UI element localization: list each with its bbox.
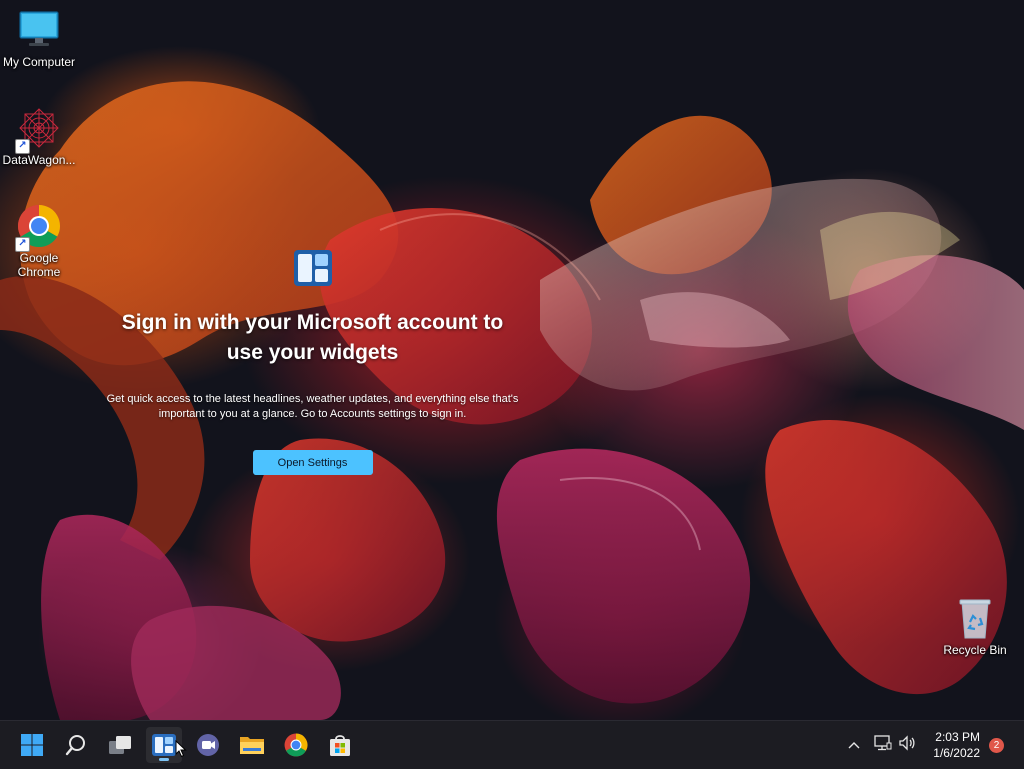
taskbar-clock[interactable]: 2:03 PM 1/6/2022 <box>933 729 980 761</box>
widgets-title-line1: Sign in with your Microsoft account to <box>121 311 504 334</box>
task-view-button[interactable] <box>102 727 138 763</box>
shortcut-arrow-icon: ↗ <box>15 139 30 154</box>
desktop-icon-label-text: Google Chrome <box>17 251 61 279</box>
desktop-icon-label: My Computer <box>2 55 76 69</box>
widgets-description: Get quick access to the latest headlines… <box>95 392 530 422</box>
network-icon[interactable] <box>874 734 892 756</box>
folder-icon <box>240 737 264 754</box>
store-button[interactable] <box>322 727 358 763</box>
start-button[interactable] <box>14 727 50 763</box>
chrome-icon <box>284 733 308 757</box>
widgets-title-line2: use your widgets <box>226 341 399 364</box>
widgets-sign-in-panel: Sign in with your Microsoft account to u… <box>95 250 530 475</box>
clock-time: 2:03 PM <box>935 730 980 744</box>
open-settings-button[interactable]: Open Settings <box>252 450 373 475</box>
volume-icon[interactable] <box>898 734 916 756</box>
widgets-desc-line2: important to you at a glance. Go to Acco… <box>158 408 467 420</box>
desktop-icon-datawagon[interactable]: ↗ DataWagon... <box>0 106 78 167</box>
recycle-bin-icon <box>953 596 997 640</box>
desktop-icon-label: DataWagon... <box>2 153 76 167</box>
chrome-taskbar-button[interactable] <box>278 727 314 763</box>
desktop-icon-recycle-bin[interactable]: Recycle Bin <box>936 596 1014 657</box>
desktop-icon-label: Recycle Bin <box>943 643 1007 657</box>
chevron-up-icon[interactable] <box>844 736 864 754</box>
desktop-icon-my-computer[interactable]: My Computer <box>0 8 78 69</box>
task-view-icon <box>109 736 131 754</box>
chrome-icon: ↗ <box>15 204 61 252</box>
taskbar: 2:03 PM 1/6/2022 2 <box>0 720 1024 769</box>
teams-chat-icon <box>197 734 219 756</box>
monitor-icon <box>17 8 61 52</box>
notification-badge[interactable]: 2 <box>989 738 1004 753</box>
widgets-desc-line1: Get quick access to the latest headlines… <box>106 393 519 405</box>
store-icon <box>330 735 350 756</box>
widgets-icon <box>152 734 176 756</box>
search-icon <box>65 735 85 756</box>
chat-button[interactable] <box>190 727 226 763</box>
file-explorer-button[interactable] <box>234 727 270 763</box>
desktop-icon-google-chrome[interactable]: ↗ Google Chrome <box>0 204 78 279</box>
shortcut-arrow-icon: ↗ <box>15 237 30 252</box>
windows-start-icon <box>21 734 43 756</box>
system-tray <box>844 721 916 769</box>
widgets-icon <box>293 250 332 286</box>
desktop-icon-label: Google Chrome <box>0 251 78 279</box>
widgets-title: Sign in with your Microsoft account to u… <box>95 308 530 368</box>
datawagon-app-icon: ↗ <box>15 106 61 154</box>
mouse-cursor-icon <box>175 740 187 758</box>
search-button[interactable] <box>58 727 94 763</box>
clock-date: 1/6/2022 <box>933 746 980 760</box>
